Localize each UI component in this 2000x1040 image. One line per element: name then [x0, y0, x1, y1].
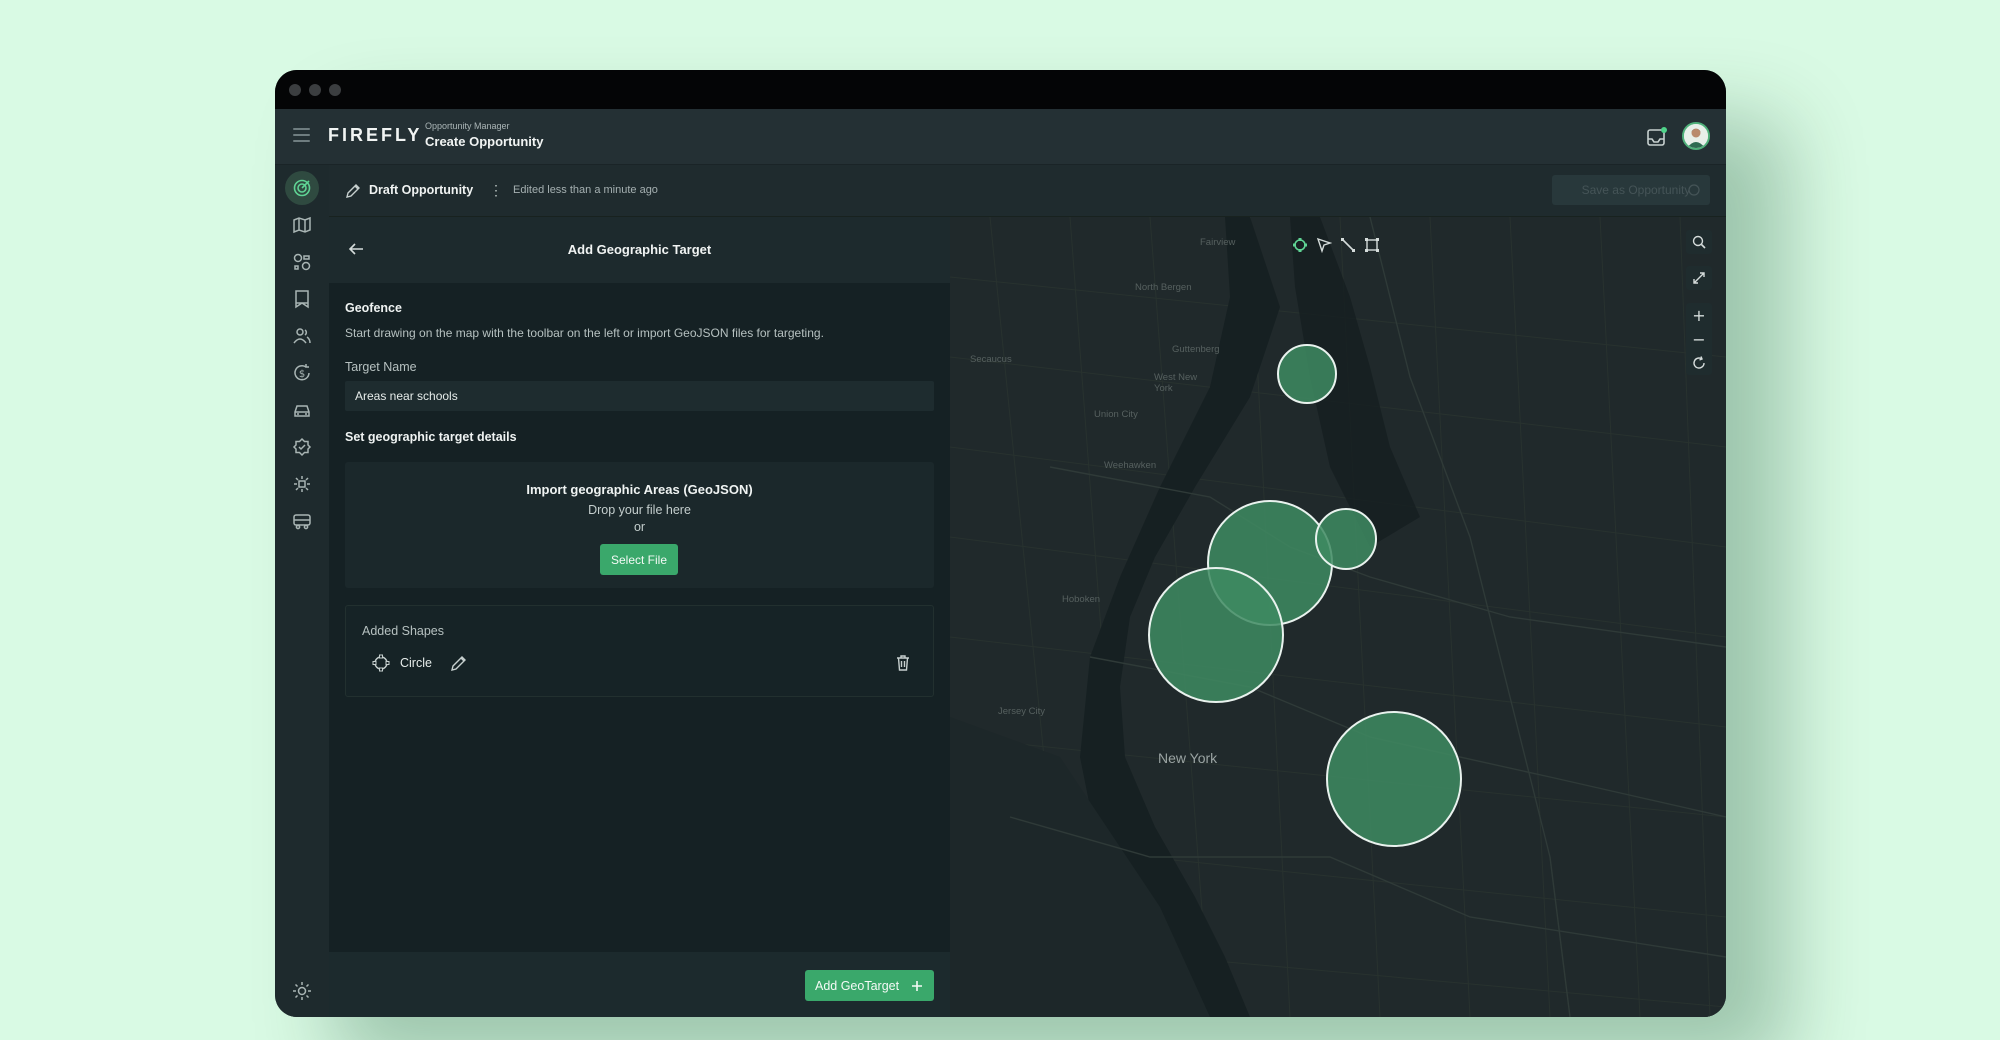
- select-pointer-icon[interactable]: [1316, 237, 1332, 253]
- map-search-button[interactable]: [1686, 230, 1712, 254]
- map-label: Hoboken: [1062, 594, 1101, 605]
- sidebar: $: [275, 165, 329, 1017]
- list-item: Circle: [372, 652, 912, 674]
- window-close-dot[interactable]: [289, 84, 301, 96]
- panel-footer: Add GeoTarget: [329, 952, 950, 1017]
- car-icon: [294, 405, 310, 417]
- added-shapes-section: Added Shapes Circle: [345, 605, 934, 697]
- edited-timestamp: Edited less than a minute ago: [513, 184, 658, 196]
- map-canvas[interactable]: Fairview North Bergen Secaucus Guttenber…: [950, 217, 1726, 1017]
- map-background: [950, 217, 1726, 1017]
- sidebar-item-map[interactable]: [285, 208, 319, 242]
- geojson-dropzone[interactable]: Import geographic Areas (GeoJSON) Drop y…: [345, 462, 934, 588]
- sidebar-item-badges[interactable]: [285, 430, 319, 464]
- draft-toolbar: Draft Opportunity ⋮ Edited less than a m…: [329, 165, 1726, 217]
- sidebar-item-users[interactable]: [285, 319, 319, 353]
- or-text: or: [633, 520, 646, 534]
- expand-icon: [1693, 272, 1705, 284]
- trash-icon[interactable]: [894, 654, 912, 672]
- app-header: FIREFLY Opportunity Manager Create Oppor…: [275, 109, 1726, 165]
- sidebar-item-focus[interactable]: [285, 467, 319, 501]
- plus-icon: [912, 981, 922, 991]
- map-expand-control: [1686, 266, 1712, 290]
- sidebar-item-budget[interactable]: $: [285, 356, 319, 390]
- target-name-input[interactable]: [345, 381, 934, 411]
- brand-logo: FIREFLY: [328, 125, 423, 145]
- focus-icon: [294, 476, 310, 492]
- hamburger-menu-icon[interactable]: [293, 128, 310, 142]
- reset-view-button[interactable]: [1686, 351, 1712, 375]
- map-label: Secaucus: [970, 354, 1012, 365]
- shape-name: Circle: [400, 656, 432, 670]
- map-label: Union City: [1094, 409, 1138, 420]
- user-avatar[interactable]: [1682, 122, 1710, 150]
- draw-rectangle-icon[interactable]: [1364, 237, 1380, 253]
- geotarget-panel: Add Geographic Target Geofence Start dra…: [329, 217, 950, 1017]
- bus-icon: [293, 514, 311, 530]
- zoom-in-button[interactable]: +: [1686, 303, 1712, 327]
- refresh-icon: [1693, 356, 1705, 369]
- sun-icon[interactable]: [292, 981, 312, 1001]
- inbox-icon[interactable]: [1646, 126, 1668, 148]
- bookmark-icon: [295, 290, 309, 309]
- draw-circle-icon[interactable]: [1292, 237, 1308, 253]
- app-window: FIREFLY Opportunity Manager Create Oppor…: [275, 70, 1726, 1017]
- set-details-heading: Set geographic target details: [345, 430, 517, 444]
- zoom-in-label: +: [1692, 305, 1706, 325]
- sidebar-item-shapes[interactable]: [285, 245, 319, 279]
- map-label: Fairview: [1200, 237, 1236, 248]
- panel-header: Add Geographic Target: [329, 217, 950, 283]
- draw-line-icon[interactable]: [1340, 237, 1356, 253]
- map-label: Weehawken: [1104, 460, 1157, 471]
- users-icon: [293, 328, 311, 344]
- map-label: Guttenberg: [1172, 344, 1220, 355]
- map-icon: [293, 216, 311, 234]
- sidebar-item-target[interactable]: [285, 171, 319, 205]
- breadcrumb-parent[interactable]: Opportunity Manager: [425, 121, 510, 131]
- zoom-out-label: −: [1692, 329, 1706, 349]
- window-minimize-dot[interactable]: [309, 84, 321, 96]
- zoom-out-button[interactable]: −: [1686, 327, 1712, 351]
- target-name-label: Target Name: [345, 360, 417, 374]
- map-label: Jersey City: [998, 706, 1045, 717]
- save-icon: [1688, 184, 1700, 196]
- shapes-icon: [293, 253, 311, 271]
- drop-text: Drop your file here: [588, 503, 691, 517]
- sidebar-item-vehicles[interactable]: [285, 393, 319, 427]
- added-shapes-title: Added Shapes: [362, 624, 445, 638]
- draw-toolbar: [1292, 235, 1384, 255]
- circle-shape-icon: [372, 654, 390, 672]
- add-geotarget-label: Add GeoTarget: [815, 978, 900, 993]
- select-file-button[interactable]: Select File: [600, 544, 678, 575]
- kebab-menu-icon[interactable]: ⋮: [489, 182, 503, 199]
- sidebar-item-transit[interactable]: [285, 504, 319, 538]
- draft-opportunity-label: Draft Opportunity: [369, 183, 474, 197]
- edit-shape-icon[interactable]: [450, 654, 468, 672]
- geofence-description: Start drawing on the map with the toolba…: [345, 326, 824, 340]
- badge-icon: [292, 437, 312, 457]
- search-icon: [1692, 235, 1706, 249]
- dollar-cycle-icon: $: [294, 364, 310, 381]
- pencil-icon[interactable]: [345, 183, 361, 199]
- geofence-heading: Geofence: [345, 301, 402, 315]
- map-label: North Bergen: [1135, 282, 1192, 293]
- svg-text:$: $: [299, 369, 305, 380]
- map-search-control: [1686, 230, 1712, 254]
- sidebar-item-bookmarks[interactable]: [285, 282, 319, 316]
- map-expand-button[interactable]: [1686, 266, 1712, 290]
- panel-title: Add Geographic Target: [567, 242, 712, 257]
- map-zoom-control: + −: [1686, 303, 1712, 375]
- map-label: West New York: [1154, 372, 1198, 394]
- map-city-label: New York: [1158, 750, 1218, 766]
- window-titlebar: [275, 70, 1726, 109]
- save-as-opportunity-button[interactable]: Save as Opportunity: [1552, 175, 1710, 205]
- page-title: Create Opportunity: [425, 134, 544, 149]
- import-title: Import geographic Areas (GeoJSON): [526, 482, 753, 497]
- target-icon: [293, 179, 311, 197]
- add-geotarget-button[interactable]: Add GeoTarget: [805, 970, 934, 1001]
- window-maximize-dot[interactable]: [329, 84, 341, 96]
- save-as-opportunity-label: Save as Opportunity: [1581, 183, 1691, 197]
